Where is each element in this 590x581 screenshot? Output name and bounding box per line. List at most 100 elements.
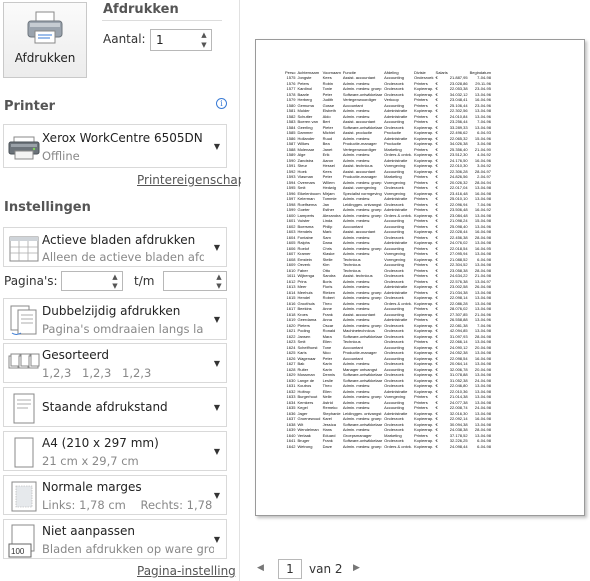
spin-down-icon[interactable]: ▼	[199, 41, 209, 50]
copies-value: 1	[156, 33, 164, 47]
preview-cell: 21.887,95	[449, 75, 468, 81]
preview-cell: 31.097,93	[449, 333, 468, 339]
preview-cell: 20.064,14	[449, 361, 468, 367]
preview-sheet: Perso Achternaam Voornaam Functie Afdeling Di…	[284, 70, 564, 449]
collate-order-2: 1,2,3	[82, 366, 112, 380]
paper-size-icon	[14, 437, 34, 468]
spin-up-icon[interactable]: ▲	[199, 31, 209, 40]
preview-row: 1626 Wagenaar Peter Accountant Accounting Kop…	[284, 356, 492, 362]
copies-label: Aantal:	[103, 32, 146, 46]
preview-cell: 30.094,38	[449, 421, 468, 427]
orientation-dropdown[interactable]: Staande afdrukstand ▼	[3, 387, 227, 427]
svg-text:100: 100	[11, 547, 25, 556]
preview-cell: 23.256,44	[449, 119, 468, 125]
preview-cell: Orders & ontvk.	[384, 212, 412, 218]
previous-page-icon[interactable]: ◀	[257, 563, 264, 573]
spin-down-icon[interactable]: ▼	[110, 282, 120, 291]
preview-cell: 33.289,33	[449, 124, 468, 130]
preview-cell: Admin. medew. groep	[342, 212, 382, 218]
spin-up-icon[interactable]: ▲	[110, 273, 120, 282]
scaling-title: Niet aanpassen	[42, 524, 135, 538]
chevron-down-icon: ▼	[213, 403, 220, 412]
chevron-down-icon: ▼	[213, 315, 220, 324]
preview-row: 1596 Eikelenboom Mirjam Specialist vormgevi…	[284, 191, 492, 197]
preview-cell: 24.010,84	[449, 113, 468, 119]
margins-dropdown[interactable]: Normale marges Links: 1,78 cm Rechts: 1,…	[3, 475, 227, 515]
preview-cell: 27.307,85	[449, 311, 468, 317]
preview-header-cell: Achternaam	[297, 70, 320, 75]
preview-cell: Leidinggev. ontvangst	[342, 410, 382, 416]
preview-cell: Kopieerap.	[413, 300, 434, 306]
preview-cell: Kopieerap.	[413, 328, 434, 334]
preview-cell: 22.576,38	[449, 278, 468, 284]
preview-cell: Kopieerap.	[413, 284, 434, 290]
preview-cell: Kopieerap.	[413, 124, 434, 130]
preview-cell: Dave	[322, 443, 332, 449]
preview-cell: 24.634,22	[449, 273, 468, 279]
preview-cell: 22.086,28	[449, 300, 468, 306]
preview-cell: 23.058,38	[449, 267, 468, 273]
chevron-down-icon: ▼	[213, 142, 220, 151]
preview-cell: Kopieerap.	[413, 427, 434, 433]
preview-cell: Software-ontwikkelaar	[342, 333, 383, 339]
preview-cell: 24.077,38	[449, 399, 468, 405]
preview-cell: Leidinggev. ontvangst	[342, 201, 382, 207]
preview-cell: Admin. medew. groep	[342, 416, 382, 422]
preview-cell: 23.512,30	[449, 152, 468, 158]
preview-cell: Kopieerap.	[413, 416, 434, 422]
spin-down-icon[interactable]: ▼	[214, 282, 224, 291]
preview-cell: Admin. medew. groep	[342, 207, 382, 213]
preview-row: 1619 Geerdama Anna Admin. medew. Administrat…	[284, 317, 492, 323]
preview-cell: 26.558,88	[449, 317, 468, 323]
duplex-dropdown[interactable]: Dubbelzijdig afdrukken Pagina's omdraaie…	[3, 298, 227, 340]
preview-cell: Kopieerap.	[413, 168, 434, 174]
preview-table: Perso Achternaam Voornaam Functie Afdeling Di…	[284, 70, 492, 449]
page-count: van 2	[309, 562, 343, 576]
pages-to-input[interactable]: ▲ ▼	[163, 271, 227, 291]
spin-up-icon[interactable]: ▲	[214, 273, 224, 282]
print-what-title: Actieve bladen afdrukken	[42, 233, 196, 247]
preview-cell: Kopieerap.	[413, 443, 434, 449]
next-page-icon[interactable]: ▶	[353, 563, 360, 573]
preview-cell: 21.088,52	[449, 256, 468, 262]
preview-cell: Kopieerap.	[413, 295, 434, 301]
page-setup-link[interactable]: Pagina-instelling	[137, 564, 236, 578]
print-what-dropdown[interactable]: Actieve bladen afdrukken Alleen de actie…	[3, 227, 227, 267]
preview-cell: 22.053,38	[449, 86, 468, 92]
preview-cell: 25.356,40	[449, 146, 468, 152]
preview-cell: Wendelman	[297, 427, 319, 433]
preview-row: 1637 Groenewoud Karel Admin. medew. groep On…	[284, 416, 492, 422]
scaling-dropdown[interactable]: 100 Niet aanpassen Bladen afdrukken op w…	[3, 519, 227, 559]
print-button[interactable]: Afdrukken	[3, 2, 87, 78]
preview-cell: Kopieerap.	[413, 311, 434, 317]
collate-dropdown[interactable]: Gesorteerd 1,2,3 1,2,3 1,2,3 ▼	[3, 343, 227, 383]
printer-status: Offline	[42, 149, 80, 163]
info-icon[interactable]: i	[216, 98, 227, 109]
preview-cell: Kopieerap.	[413, 152, 434, 158]
preview-cell: Kopieerap.	[413, 86, 434, 92]
preview-row: 1598 Roelfsema Jan Leidinggev. ontvangst Ond…	[284, 202, 492, 208]
chevron-down-icon: ▼	[213, 359, 220, 368]
preview-cell: 24.826,56	[449, 174, 468, 180]
preview-cell: 22.018,54	[449, 245, 468, 251]
preview-cell: 37.178,52	[449, 432, 468, 438]
title-divider	[102, 20, 222, 21]
current-page-input[interactable]: 1	[278, 559, 302, 579]
preview-cell: Kopieerap.	[413, 372, 434, 378]
preview-cell: Kopieerap.	[413, 108, 434, 114]
preview-cell: 22.306,28	[449, 168, 468, 174]
preview-cell: Wetrong	[297, 443, 313, 449]
preview-header-cell: Voornaam	[322, 70, 341, 75]
preview-cell: Orders & ontvk.	[384, 152, 412, 158]
copies-spinner[interactable]: 1 ▲ ▼	[150, 29, 212, 51]
preview-row: 1633 Burgerhout Nelle Admin. medew. groep Vo…	[284, 394, 492, 400]
preview-cell: 24.090,12	[449, 344, 468, 350]
preview-cell: 42.094,85	[449, 328, 468, 334]
preview-cell: 6-04-98	[477, 443, 491, 449]
scaling-icon: 100	[8, 524, 35, 558]
paper-size-dropdown[interactable]: A4 (210 x 297 mm) 21 cm x 29,7 cm ▼	[3, 431, 227, 471]
printer-dropdown[interactable]: Xerox WorkCentre 6505DN Offline ▼	[3, 124, 227, 168]
preview-cell: Boeren van	[297, 119, 318, 125]
pages-from-input[interactable]: ▲ ▼	[61, 271, 123, 291]
preview-cell: 32.016,30	[449, 410, 468, 416]
